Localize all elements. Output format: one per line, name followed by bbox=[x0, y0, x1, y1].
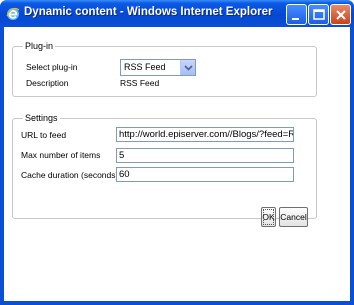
url-input[interactable]: http://world.episerver.com//Blogs/?feed=… bbox=[116, 127, 294, 142]
minimize-icon bbox=[292, 18, 299, 20]
plugin-group-legend: Plug-in bbox=[23, 40, 56, 52]
cancel-button[interactable]: Cancel bbox=[279, 207, 308, 227]
window-title: Dynamic content - Windows Internet Explo… bbox=[24, 6, 273, 18]
select-plugin-label: Select plug-in bbox=[26, 62, 78, 72]
maximize-icon bbox=[313, 9, 325, 20]
url-label: URL to feed bbox=[21, 130, 67, 140]
internet-explorer-icon bbox=[6, 6, 20, 20]
plugin-select-value: RSS Feed bbox=[124, 62, 166, 72]
settings-group-legend: Settings bbox=[23, 112, 60, 124]
dialog-content: Plug-in Select plug-in RSS Feed Descript… bbox=[4, 27, 350, 301]
plugin-select[interactable]: RSS Feed bbox=[120, 59, 196, 76]
ie-dialog-window: Dynamic content - Windows Internet Explo… bbox=[0, 0, 354, 305]
chevron-down-icon[interactable] bbox=[180, 60, 195, 75]
max-items-input[interactable]: 5 bbox=[116, 148, 294, 163]
settings-group: Settings URL to feed http://world.episer… bbox=[12, 112, 317, 219]
close-icon bbox=[336, 10, 346, 20]
plugin-group: Plug-in Select plug-in RSS Feed Descript… bbox=[12, 40, 317, 97]
maximize-button[interactable] bbox=[308, 4, 329, 25]
description-value: RSS Feed bbox=[120, 78, 160, 88]
cache-duration-label: Cache duration (seconds) bbox=[21, 170, 119, 180]
close-button[interactable] bbox=[330, 4, 351, 25]
cache-duration-input[interactable]: 60 bbox=[116, 167, 294, 182]
title-bar[interactable]: Dynamic content - Windows Internet Explo… bbox=[0, 0, 354, 27]
max-items-label: Max number of items bbox=[21, 150, 101, 160]
ok-button[interactable]: OK bbox=[261, 207, 276, 227]
description-label: Description bbox=[26, 78, 69, 88]
minimize-button[interactable] bbox=[286, 4, 307, 25]
